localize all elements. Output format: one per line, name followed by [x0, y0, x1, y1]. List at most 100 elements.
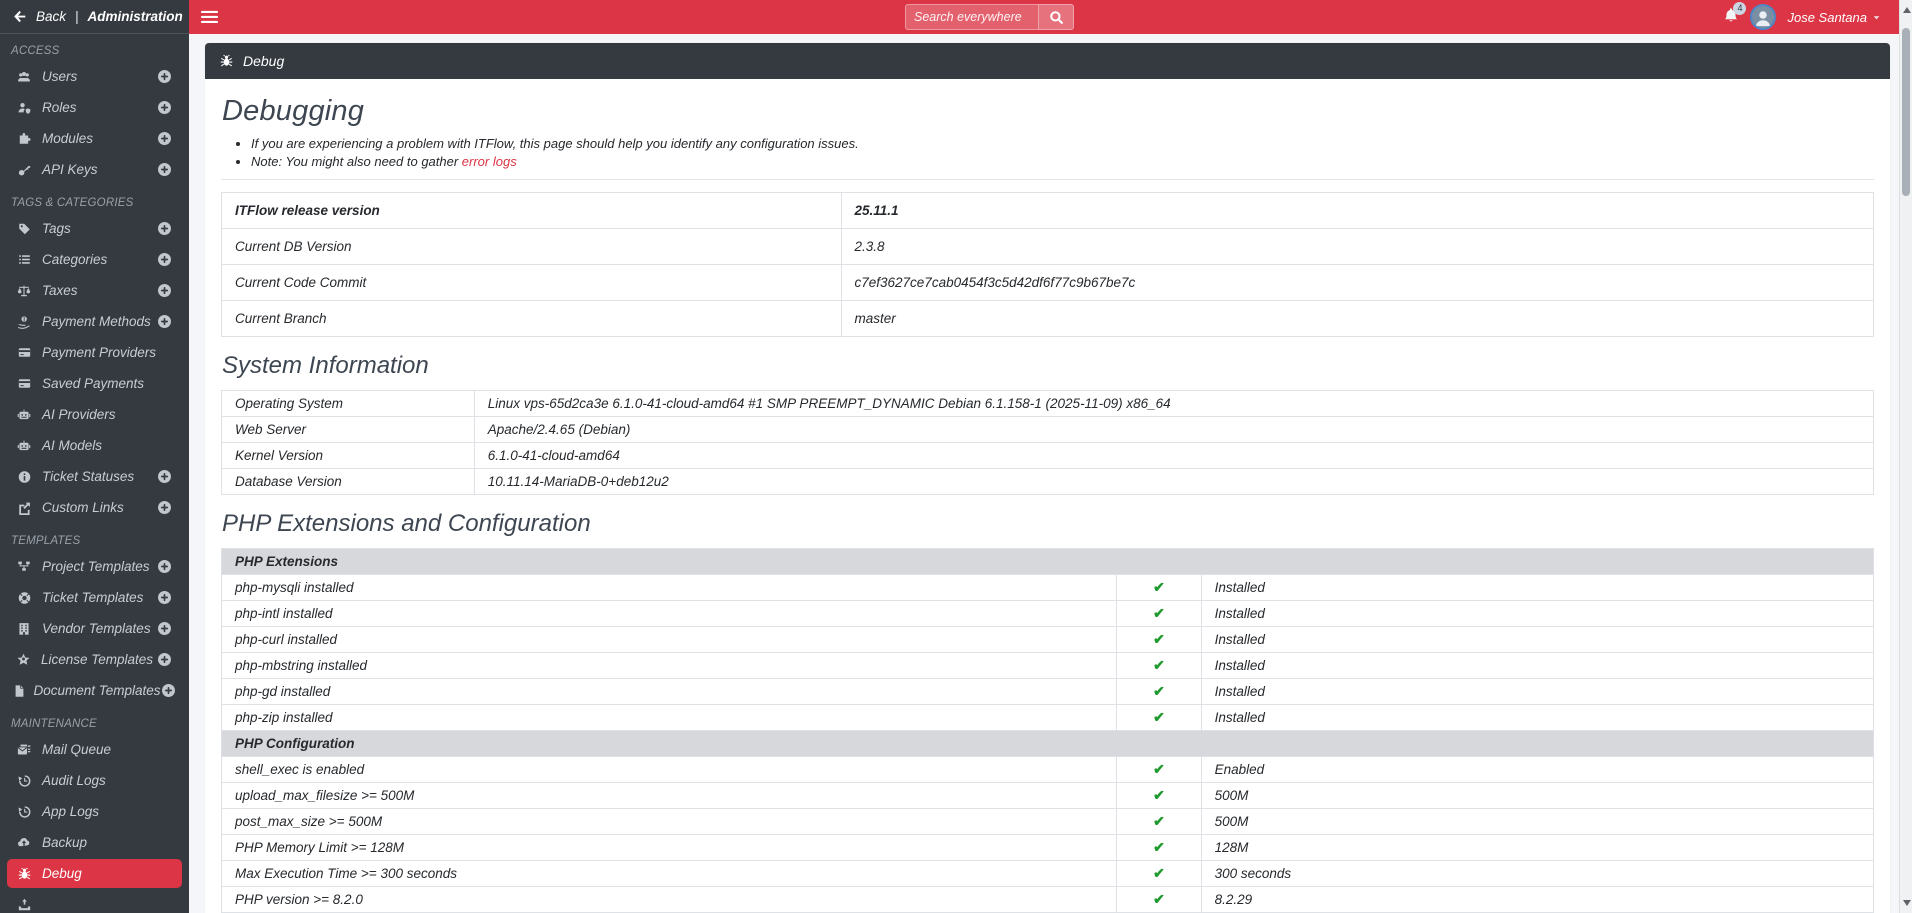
- plus-circle-icon[interactable]: [152, 314, 176, 329]
- sidebar-item-mail-queue[interactable]: Mail Queue: [7, 735, 182, 764]
- sidebar-item-vendor-templates[interactable]: Vendor Templates: [7, 614, 182, 643]
- card-title: Debug: [243, 53, 285, 69]
- sidebar-item-label: Project Templates: [42, 559, 150, 574]
- sidebar-item-label: Document Templates: [33, 683, 161, 698]
- sidebar-item-modules[interactable]: Modules: [7, 124, 182, 153]
- sidebar-item-debug[interactable]: Debug: [7, 859, 182, 888]
- sidebar-item-app-logs[interactable]: App Logs: [7, 797, 182, 826]
- sidebar-item-document-templates[interactable]: Document Templates: [7, 676, 182, 705]
- check-icon: ✔: [1153, 813, 1165, 829]
- check-status-cell: ✔: [1116, 678, 1202, 705]
- page-scrollbar[interactable]: [1899, 0, 1912, 913]
- sidebar-item-label: Ticket Templates: [42, 590, 144, 605]
- table-row: ITFlow release version 25.11.1: [221, 192, 1874, 229]
- sidebar-item-backup[interactable]: Backup: [7, 828, 182, 857]
- sidebar-section-templates: TEMPLATES: [11, 535, 81, 547]
- user-menu[interactable]: Jose Santana: [1787, 10, 1881, 25]
- plus-circle-icon[interactable]: [152, 100, 176, 115]
- check-status-cell: ✔: [1116, 652, 1202, 679]
- intro-list: If you are experiencing a problem with I…: [251, 136, 1874, 169]
- table-row: php-intl installed ✔ Installed: [220, 600, 1875, 627]
- scroll-down-arrow[interactable]: [1903, 900, 1911, 906]
- error-logs-link[interactable]: error logs: [462, 154, 517, 169]
- scroll-up-arrow[interactable]: [1903, 7, 1911, 13]
- sidebar-item-roles[interactable]: Roles: [7, 93, 182, 122]
- check-icon: ✔: [1153, 709, 1165, 725]
- php-checks-table: PHP Extensions php-mysqli installed ✔ Insta…: [220, 548, 1875, 913]
- sidebar-item-api-keys[interactable]: API Keys: [7, 155, 182, 184]
- sidebar-item-label: Modules: [42, 131, 94, 146]
- row-label: Database Version: [221, 468, 475, 495]
- sidebar-item-ticket-statuses[interactable]: Ticket Statuses: [7, 462, 182, 491]
- sidebar-item-users[interactable]: Users: [7, 62, 182, 91]
- sidebar-item-label: Vendor Templates: [42, 621, 151, 636]
- plus-circle-icon[interactable]: [152, 469, 176, 484]
- sidebar-item-label: Payment Providers: [42, 345, 157, 360]
- page-title: Debugging: [222, 95, 365, 127]
- plus-circle-icon[interactable]: [152, 559, 176, 574]
- table-row: shell_exec is enabled ✔ Enabled: [220, 756, 1875, 783]
- sidebar-item-categories[interactable]: Categories: [7, 245, 182, 274]
- check-label: shell_exec is enabled: [220, 756, 1118, 783]
- sidebar-item-custom-links[interactable]: Custom Links: [7, 493, 182, 522]
- check-result: 500M: [1200, 808, 1875, 835]
- main-column: 4 Jose Santana Debug Debugging: [189, 0, 1899, 913]
- check-status-cell: ✔: [1116, 600, 1202, 627]
- sidebar-item-ticket-templates[interactable]: Ticket Templates: [7, 583, 182, 612]
- plus-circle-icon[interactable]: [152, 283, 176, 298]
- hand-dollar-icon: [12, 315, 36, 329]
- row-value: 25.11.1: [840, 192, 1874, 229]
- sidebar-item-item[interactable]: [7, 890, 182, 913]
- plus-circle-icon[interactable]: [152, 162, 176, 177]
- sidebar-item-label: Ticket Statuses: [42, 469, 135, 484]
- row-label: Current Branch: [221, 300, 842, 337]
- hamburger-menu-icon[interactable]: [201, 10, 218, 24]
- row-label: Web Server: [221, 416, 475, 443]
- sidebar-item-tags[interactable]: Tags: [7, 214, 182, 243]
- sidebar-item-payment-providers[interactable]: Payment Providers: [7, 338, 182, 367]
- sidebar-item-label: API Keys: [42, 162, 98, 177]
- intro-bullet-1: If you are experiencing a problem with I…: [251, 136, 1874, 151]
- user-avatar[interactable]: [1750, 4, 1777, 30]
- search-button[interactable]: [1038, 4, 1074, 30]
- check-result: Installed: [1200, 600, 1875, 627]
- robot-icon: [12, 439, 36, 453]
- sidebar-item-saved-payments[interactable]: Saved Payments: [7, 369, 182, 398]
- check-label: PHP version >= 8.2.0: [220, 886, 1118, 913]
- scrollbar-thumb[interactable]: [1902, 28, 1910, 196]
- back-administration-link[interactable]: Back | Administration: [0, 0, 189, 34]
- plus-circle-icon[interactable]: [152, 621, 176, 636]
- section-header-php-extensions: PHP Extensions: [221, 548, 1874, 575]
- search-input[interactable]: [905, 4, 1038, 30]
- plus-circle-icon[interactable]: [152, 500, 176, 515]
- sidebar-item-label: Saved Payments: [42, 376, 145, 391]
- sidebar-item-taxes[interactable]: Taxes: [7, 276, 182, 305]
- user-shield-icon: [12, 101, 36, 115]
- plus-circle-icon[interactable]: [161, 683, 176, 698]
- check-icon: ✔: [1153, 865, 1165, 881]
- check-status-cell: ✔: [1116, 834, 1202, 861]
- sidebar-item-license-templates[interactable]: License Templates: [7, 645, 182, 674]
- php-section-heading: PHP Extensions and Configuration: [222, 510, 591, 537]
- plus-circle-icon[interactable]: [152, 590, 176, 605]
- sidebar-item-ai-providers[interactable]: AI Providers: [7, 400, 182, 429]
- plus-circle-icon[interactable]: [152, 221, 176, 236]
- sidebar-item-payment-methods[interactable]: Payment Methods: [7, 307, 182, 336]
- check-icon: ✔: [1153, 891, 1165, 907]
- topbar-right: 4 Jose Santana: [1723, 0, 1881, 34]
- plus-circle-icon[interactable]: [153, 652, 176, 667]
- check-label: php-gd installed: [220, 678, 1118, 705]
- row-label: ITFlow release version: [221, 192, 842, 229]
- person-icon: [1753, 8, 1773, 28]
- plus-circle-icon[interactable]: [152, 131, 176, 146]
- sidebar-item-project-templates[interactable]: Project Templates: [7, 552, 182, 581]
- check-icon: ✔: [1153, 761, 1165, 777]
- card-body: Debugging If you are experiencing a prob…: [205, 79, 1890, 913]
- sidebar-item-ai-models[interactable]: AI Models: [7, 431, 182, 460]
- sidebar-item-audit-logs[interactable]: Audit Logs: [7, 766, 182, 795]
- sidebar-section-maintenance: MAINTENANCE: [11, 718, 97, 730]
- plus-circle-icon[interactable]: [152, 69, 176, 84]
- plus-circle-icon[interactable]: [152, 252, 176, 267]
- notifications-button[interactable]: 4: [1723, 1, 1747, 28]
- intro-bullet-2: Note: You might also need to gather erro…: [251, 154, 1874, 169]
